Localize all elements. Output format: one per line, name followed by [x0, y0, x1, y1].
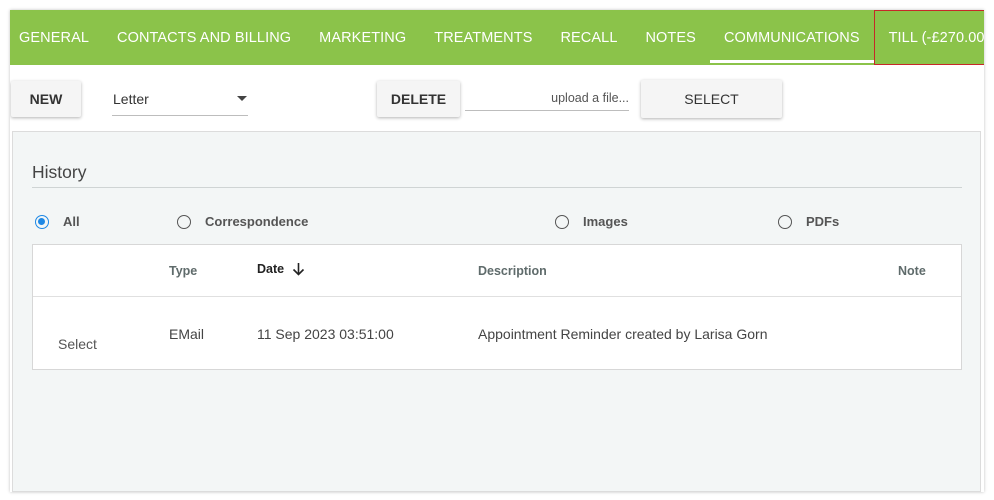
column-header-date-label: Date: [257, 262, 285, 276]
template-select[interactable]: Letter: [112, 82, 248, 116]
column-header-type[interactable]: Type: [169, 264, 197, 278]
history-panel: History All Correspondence Images PDFs T…: [12, 131, 981, 492]
toolbar: NEW Letter DELETE upload a file... SELEC…: [10, 65, 984, 131]
filter-images[interactable]: Images: [555, 214, 628, 229]
radio-unselected-icon[interactable]: [555, 214, 569, 229]
column-header-date[interactable]: Date: [257, 262, 305, 276]
filter-images-label: Images: [583, 214, 628, 229]
filter-all-label: All: [63, 214, 80, 229]
history-table: Type Date Description Note Select EMail …: [32, 244, 962, 370]
filter-pdfs-label: PDFs: [806, 214, 840, 229]
select-file-button[interactable]: SELECT: [641, 80, 782, 118]
table-header: Type Date Description Note: [33, 245, 961, 297]
tab-treatments[interactable]: TREATMENTS: [420, 10, 546, 65]
row-type: EMail: [169, 326, 205, 342]
row-date: 11 Sep 2023 03:51:00: [257, 326, 394, 342]
filter-correspondence[interactable]: Correspondence: [177, 214, 308, 229]
filter-all[interactable]: All: [35, 214, 80, 229]
filter-pdfs[interactable]: PDFs: [778, 214, 839, 229]
row-description: Appointment Reminder created by Larisa G…: [478, 326, 768, 342]
tab-notes[interactable]: NOTES: [631, 10, 709, 65]
delete-button[interactable]: DELETE: [377, 81, 460, 117]
sort-arrow-down-icon: [293, 263, 305, 276]
tab-bar: GENERAL CONTACTS AND BILLING MARKETING T…: [10, 10, 984, 65]
row-select-link[interactable]: Select: [58, 336, 97, 352]
tab-general[interactable]: GENERAL: [10, 10, 103, 65]
tab-communications[interactable]: COMMUNICATIONS: [709, 10, 874, 65]
column-header-description[interactable]: Description: [478, 264, 547, 278]
radio-unselected-icon[interactable]: [778, 214, 792, 229]
tab-marketing[interactable]: MARKETING: [305, 10, 420, 65]
new-button[interactable]: NEW: [11, 81, 81, 117]
history-title: History: [32, 162, 87, 182]
tab-till[interactable]: TILL (-£270.00: [873, 10, 984, 65]
column-header-note[interactable]: Note: [898, 264, 926, 278]
radio-selected-icon[interactable]: [35, 214, 49, 229]
upload-file-input[interactable]: upload a file...: [465, 91, 629, 111]
table-row[interactable]: Select EMail 11 Sep 2023 03:51:00 Appoin…: [33, 296, 961, 369]
history-divider: [32, 187, 962, 188]
filter-correspondence-label: Correspondence: [205, 214, 309, 229]
template-select-value: Letter: [113, 90, 149, 107]
chevron-down-icon: [237, 96, 247, 101]
tab-recall[interactable]: RECALL: [546, 10, 631, 65]
tab-contacts-and-billing[interactable]: CONTACTS AND BILLING: [103, 10, 305, 65]
radio-unselected-icon[interactable]: [177, 214, 191, 229]
communications-window: GENERAL CONTACTS AND BILLING MARKETING T…: [10, 10, 984, 492]
